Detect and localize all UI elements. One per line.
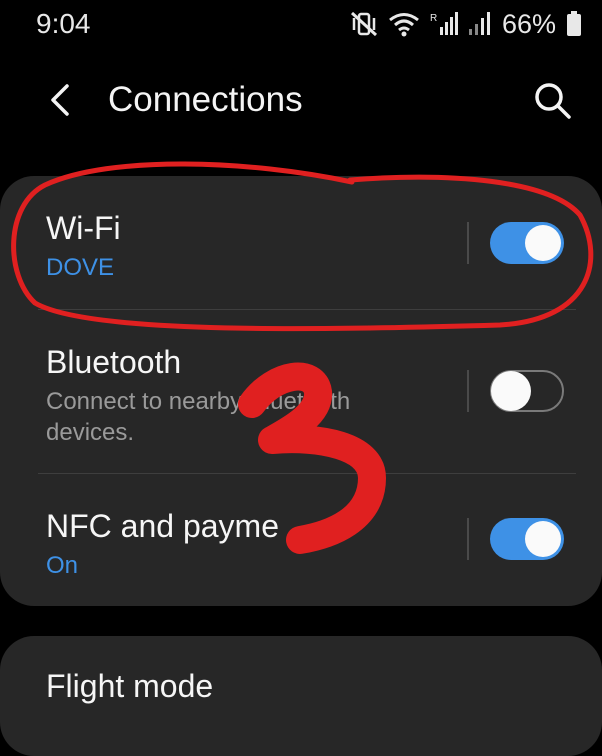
signal-icon bbox=[468, 12, 490, 35]
chevron-left-icon bbox=[51, 84, 69, 116]
nfc-status: On bbox=[46, 552, 79, 579]
row-divider bbox=[467, 370, 469, 412]
app-bar: Connections bbox=[0, 62, 602, 142]
toggle-knob bbox=[525, 521, 561, 557]
toggle-knob bbox=[491, 371, 531, 411]
wifi-toggle[interactable] bbox=[490, 222, 564, 264]
bluetooth-description-line2: devices. bbox=[46, 419, 135, 446]
battery-icon bbox=[567, 11, 581, 36]
wifi-network-name: DOVE bbox=[46, 254, 115, 281]
status-time: 9:04 bbox=[36, 8, 91, 39]
battery-percent: 66% bbox=[501, 8, 556, 39]
wifi-title: Wi-Fi bbox=[46, 210, 121, 246]
row-divider bbox=[467, 518, 469, 560]
bluetooth-description-line1: Connect to nearby Bluetooth bbox=[46, 388, 351, 415]
flight-mode-card[interactable]: Flight mode bbox=[0, 636, 602, 756]
connections-card: Wi-Fi DOVE Bluetooth Connect to nearby B… bbox=[0, 176, 602, 606]
status-bar: 9:04 R 66% bbox=[0, 0, 602, 48]
bluetooth-row[interactable]: Bluetooth Connect to nearby Bluetooth de… bbox=[0, 310, 602, 472]
wifi-icon bbox=[389, 13, 419, 37]
row-divider bbox=[467, 222, 469, 264]
vibrate-mute-icon bbox=[350, 11, 377, 37]
signal-icon: R bbox=[430, 12, 458, 35]
back-button[interactable] bbox=[40, 78, 84, 122]
search-icon bbox=[535, 83, 571, 119]
flight-mode-title: Flight mode bbox=[46, 668, 214, 704]
wifi-row[interactable]: Wi-Fi DOVE bbox=[0, 176, 602, 309]
bluetooth-toggle[interactable] bbox=[490, 370, 564, 412]
status-icons: R 66% bbox=[350, 8, 582, 40]
nfc-title: NFC and payme bbox=[46, 508, 279, 544]
page-title: Connections bbox=[108, 80, 303, 119]
toggle-knob bbox=[525, 225, 561, 261]
nfc-toggle[interactable] bbox=[490, 518, 564, 560]
bluetooth-title: Bluetooth bbox=[46, 344, 182, 380]
nfc-row[interactable]: NFC and payme On bbox=[0, 474, 602, 606]
search-button[interactable] bbox=[530, 78, 576, 124]
svg-text:R: R bbox=[430, 13, 437, 24]
